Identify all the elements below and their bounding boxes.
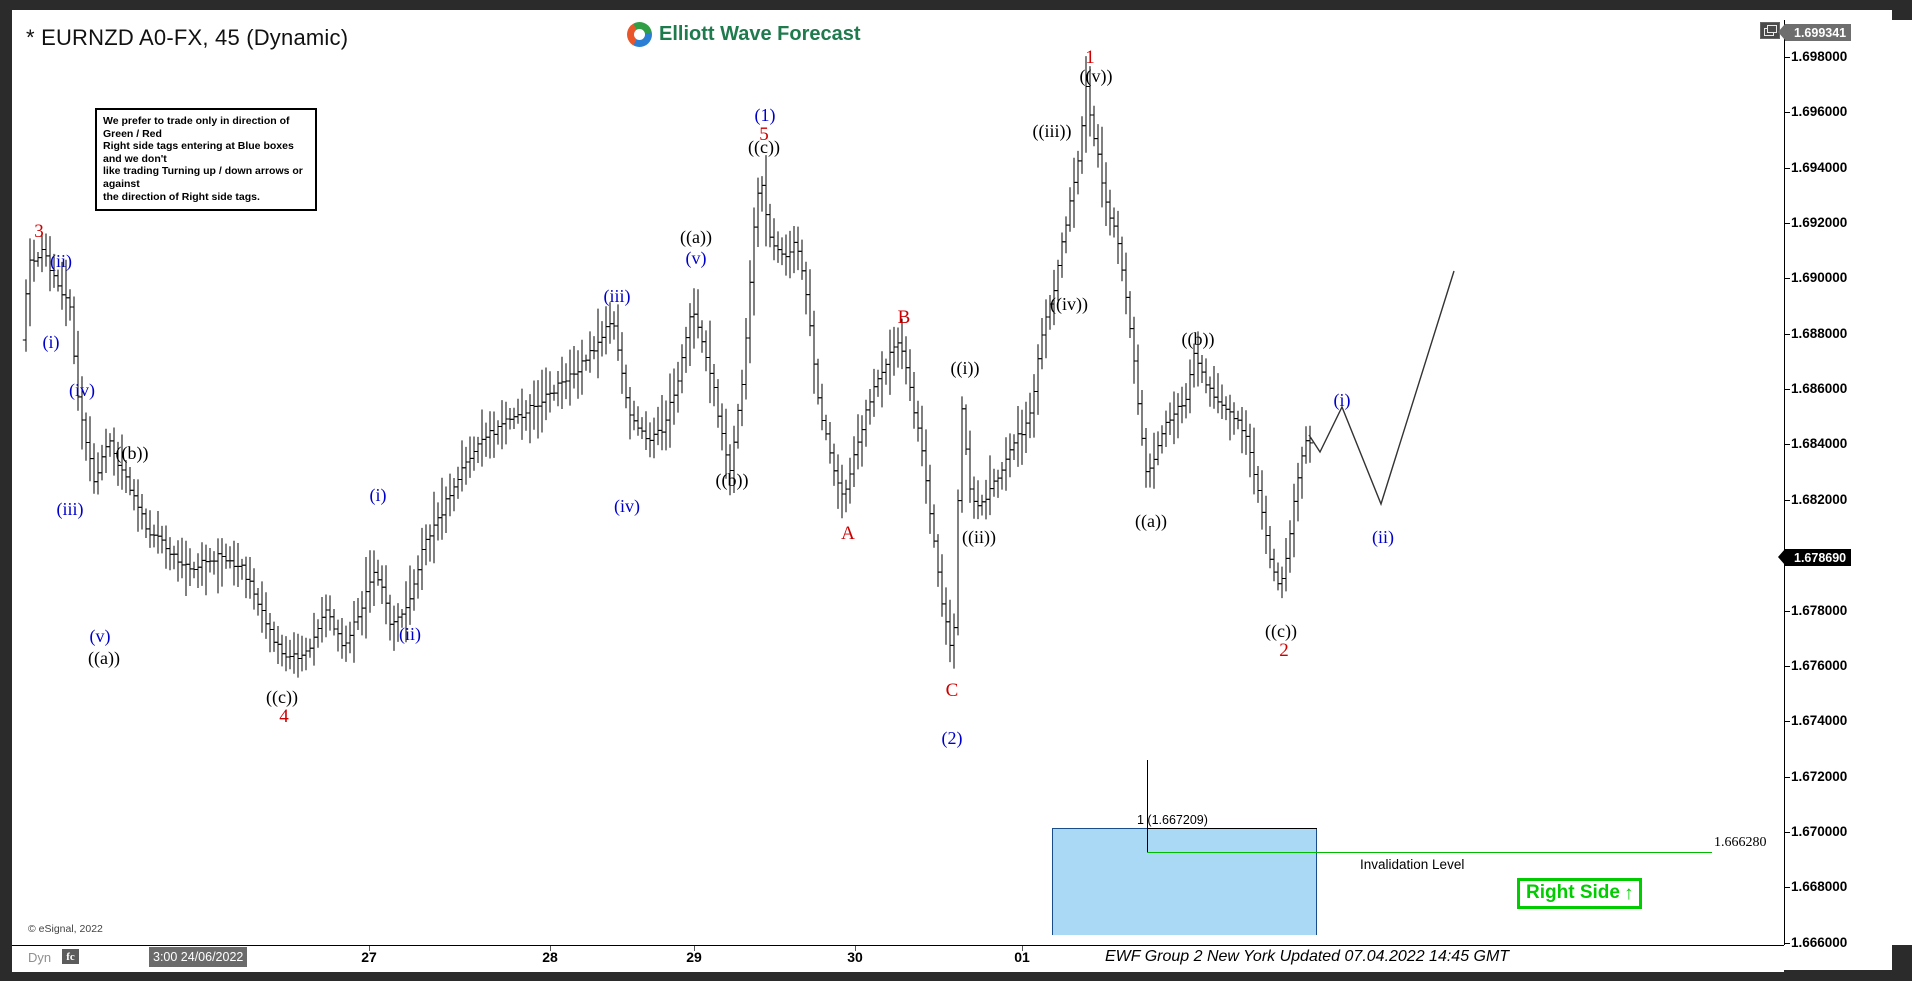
wave-label: ((c)): [748, 137, 780, 157]
wave-label: (v): [89, 626, 111, 646]
invalidation-level-line: [1147, 852, 1712, 853]
wave-label: ((iv)): [1050, 294, 1088, 314]
time-tick: 30: [847, 949, 863, 965]
wave-label: ((a)): [1135, 511, 1167, 531]
last-price-pill: 1.678690: [1777, 549, 1852, 566]
wave-label: 2: [1279, 640, 1289, 661]
chart-canvas[interactable]: * EURNZD A0-FX, 45 (Dynamic) Elliott Wav…: [12, 10, 1912, 972]
wave-label: (v): [685, 248, 707, 268]
price-tick: 1.688000: [1785, 326, 1847, 341]
wave-label: (ii): [50, 251, 72, 271]
wave-label: (iii): [56, 499, 84, 519]
time-axis-badge: 3:00 24/06/2022: [149, 947, 248, 967]
esignal-copyright: © eSignal, 2022: [28, 923, 103, 935]
price-tick: 1.668000: [1785, 879, 1847, 894]
price-tick: 1.678000: [1785, 603, 1847, 618]
time-tick: 27: [361, 949, 377, 965]
price-tick: 1.666000: [1785, 935, 1847, 950]
wave-label: (2): [941, 728, 963, 748]
dyn-label: Dyn: [28, 950, 52, 965]
wave-label: A: [841, 523, 855, 544]
wave-label: ((a)): [680, 227, 712, 247]
time-tick: 29: [686, 949, 702, 965]
window-frame-top: [0, 0, 1912, 10]
wave-label: 3: [34, 221, 44, 242]
fib-horizontal-line: [1147, 828, 1317, 829]
wave-label: (iii): [603, 286, 631, 306]
price-tick: 1.684000: [1785, 436, 1847, 451]
wave-label: (iv): [69, 380, 95, 400]
wave-label: (i): [42, 332, 60, 352]
wave-label: ((b)): [1181, 329, 1215, 349]
wave-label: ((ii)): [962, 527, 996, 547]
up-arrow-icon: ↑: [1623, 882, 1634, 904]
fib-vertical-line: [1147, 760, 1148, 852]
price-tick: 1.694000: [1785, 160, 1847, 175]
wave-label: ((b)): [715, 470, 749, 490]
price-tick: 1.686000: [1785, 381, 1847, 396]
wave-label: (i): [1333, 390, 1351, 410]
price-tick: 1.696000: [1785, 104, 1847, 119]
invalidation-price-label: 1.666280: [1714, 835, 1767, 850]
price-plot-area[interactable]: 1 (1.667209) Invalidation Level 1.666280…: [12, 10, 1772, 935]
wave-label: ((a)): [88, 648, 120, 668]
wave-label: (iv): [614, 496, 640, 516]
ewf-update-footer: EWF Group 2 New York Updated 07.04.2022 …: [1105, 948, 1510, 965]
price-tick: 1.690000: [1785, 270, 1847, 285]
window-frame-left: [0, 0, 12, 981]
price-tick: 1.698000: [1785, 49, 1847, 64]
wave-label: ((b)): [115, 443, 149, 463]
function-icon[interactable]: fc: [62, 949, 79, 964]
wave-label: ((c)): [1265, 621, 1297, 641]
price-axis[interactable]: 1.698000 1.696000 1.694000 1.692000 1.690000…: [1777, 20, 1912, 950]
right-side-tag[interactable]: Right Side ↑: [1517, 878, 1643, 909]
invalidation-level-label: Invalidation Level: [1360, 857, 1465, 872]
blue-correction-box: [1052, 828, 1317, 935]
wave-label: ((v)): [1079, 66, 1113, 86]
high-price-pill: 1.699341: [1777, 24, 1852, 41]
wave-label: (1): [754, 105, 776, 125]
ohlc-bars: [22, 56, 1455, 678]
wave-label: B: [897, 307, 911, 328]
right-side-label: Right Side: [1526, 882, 1620, 903]
fib-level-label: 1 (1.667209): [1137, 813, 1208, 827]
price-tick: 1.672000: [1785, 769, 1847, 784]
wave-label: (ii): [399, 624, 421, 644]
trading-chart-window: * EURNZD A0-FX, 45 (Dynamic) Elliott Wav…: [0, 0, 1912, 981]
wave-label: (i): [369, 485, 387, 505]
wave-label: (ii): [1372, 527, 1394, 547]
time-tick: 28: [542, 949, 558, 965]
price-tick: 1.682000: [1785, 492, 1847, 507]
price-tick: 1.674000: [1785, 713, 1847, 728]
wave-label: 4: [279, 706, 289, 727]
wave-label: ((iii)): [1032, 121, 1072, 141]
time-axis[interactable]: Dyn fc 3:00 24/06/2022 27 28 29 30 01: [12, 945, 1784, 972]
wave-label: 1: [1085, 47, 1095, 68]
price-tick: 1.670000: [1785, 824, 1847, 839]
wave-label: C: [945, 680, 959, 701]
wave-label: ((c)): [266, 687, 298, 707]
price-tick: 1.676000: [1785, 658, 1847, 673]
price-tick: 1.692000: [1785, 215, 1847, 230]
time-tick: 01: [1014, 949, 1030, 965]
wave-label: ((i)): [950, 358, 980, 378]
